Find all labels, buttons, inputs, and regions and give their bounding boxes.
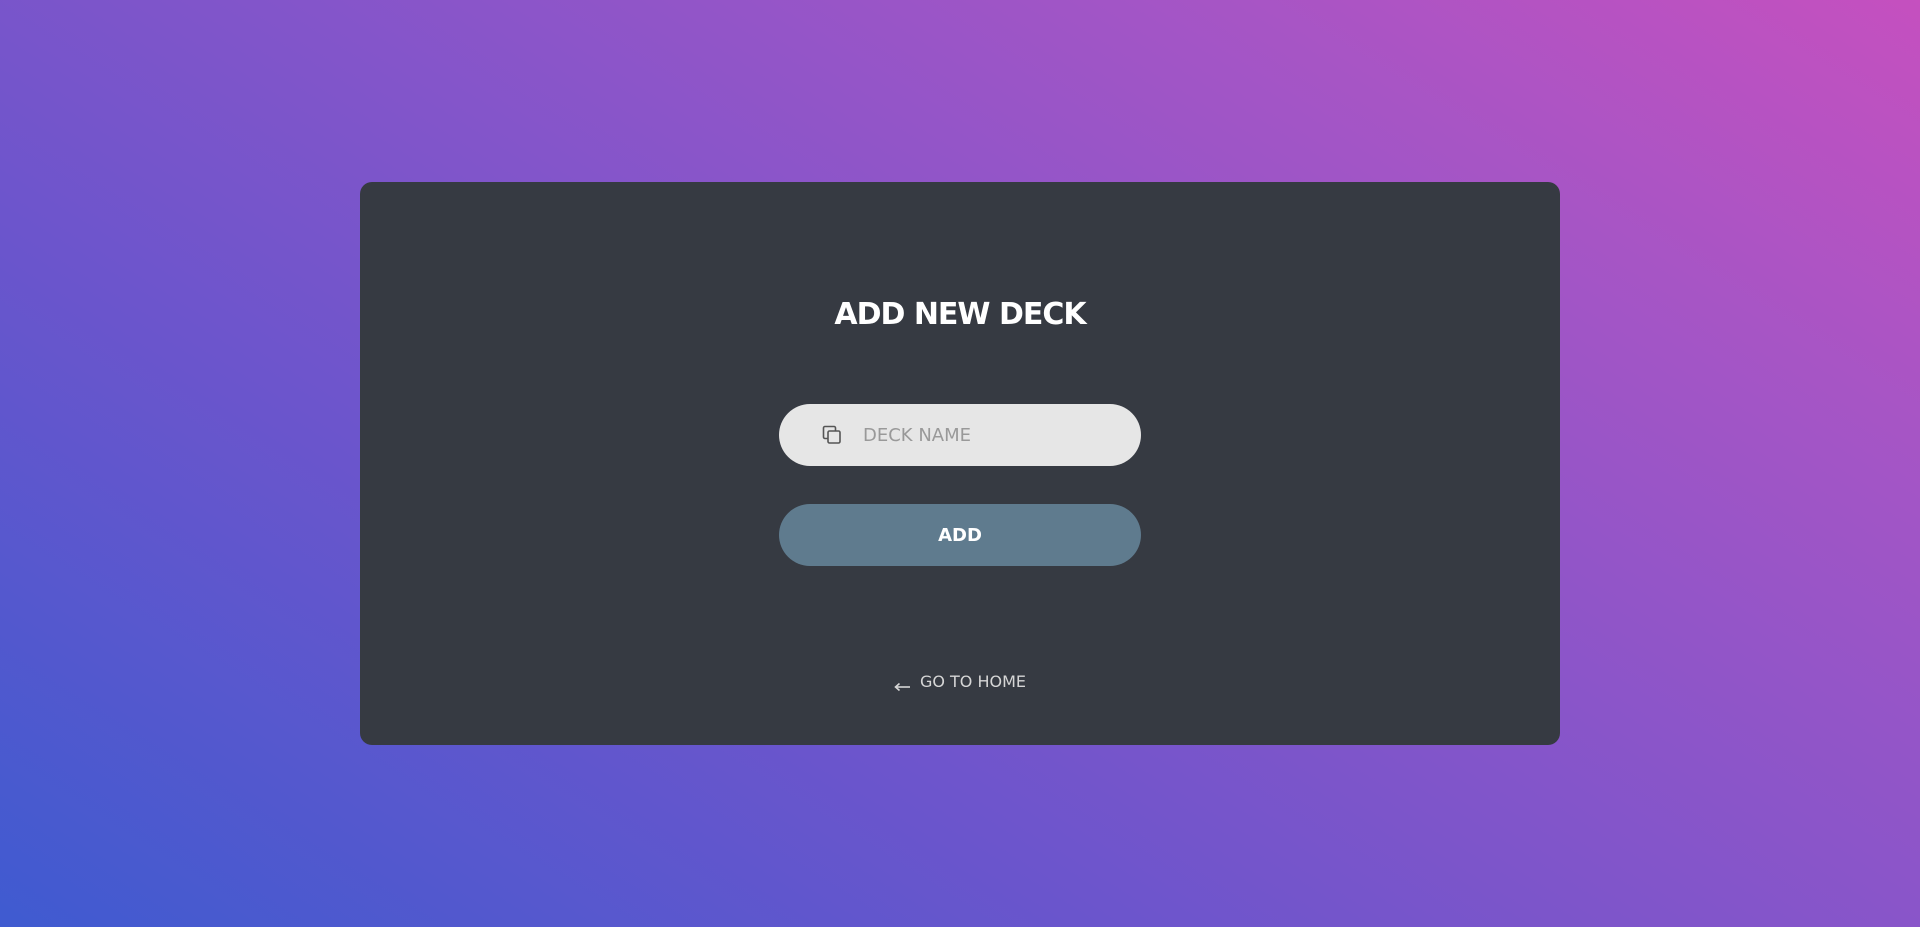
deck-name-field-wrapper[interactable] xyxy=(779,404,1141,466)
go-to-home-link[interactable]: GO TO HOME xyxy=(894,672,1026,691)
add-button[interactable]: ADD xyxy=(779,504,1141,566)
arrow-left-icon xyxy=(894,677,910,691)
deck-name-input[interactable] xyxy=(863,404,1123,466)
go-to-home-link-row: GO TO HOME xyxy=(360,672,1560,696)
add-deck-card: ADD NEW DECK ADD GO TO HOME xyxy=(360,182,1560,745)
go-to-home-label: GO TO HOME xyxy=(919,672,1027,691)
page-title: ADD NEW DECK xyxy=(834,297,1086,332)
copy-icon xyxy=(821,424,843,446)
